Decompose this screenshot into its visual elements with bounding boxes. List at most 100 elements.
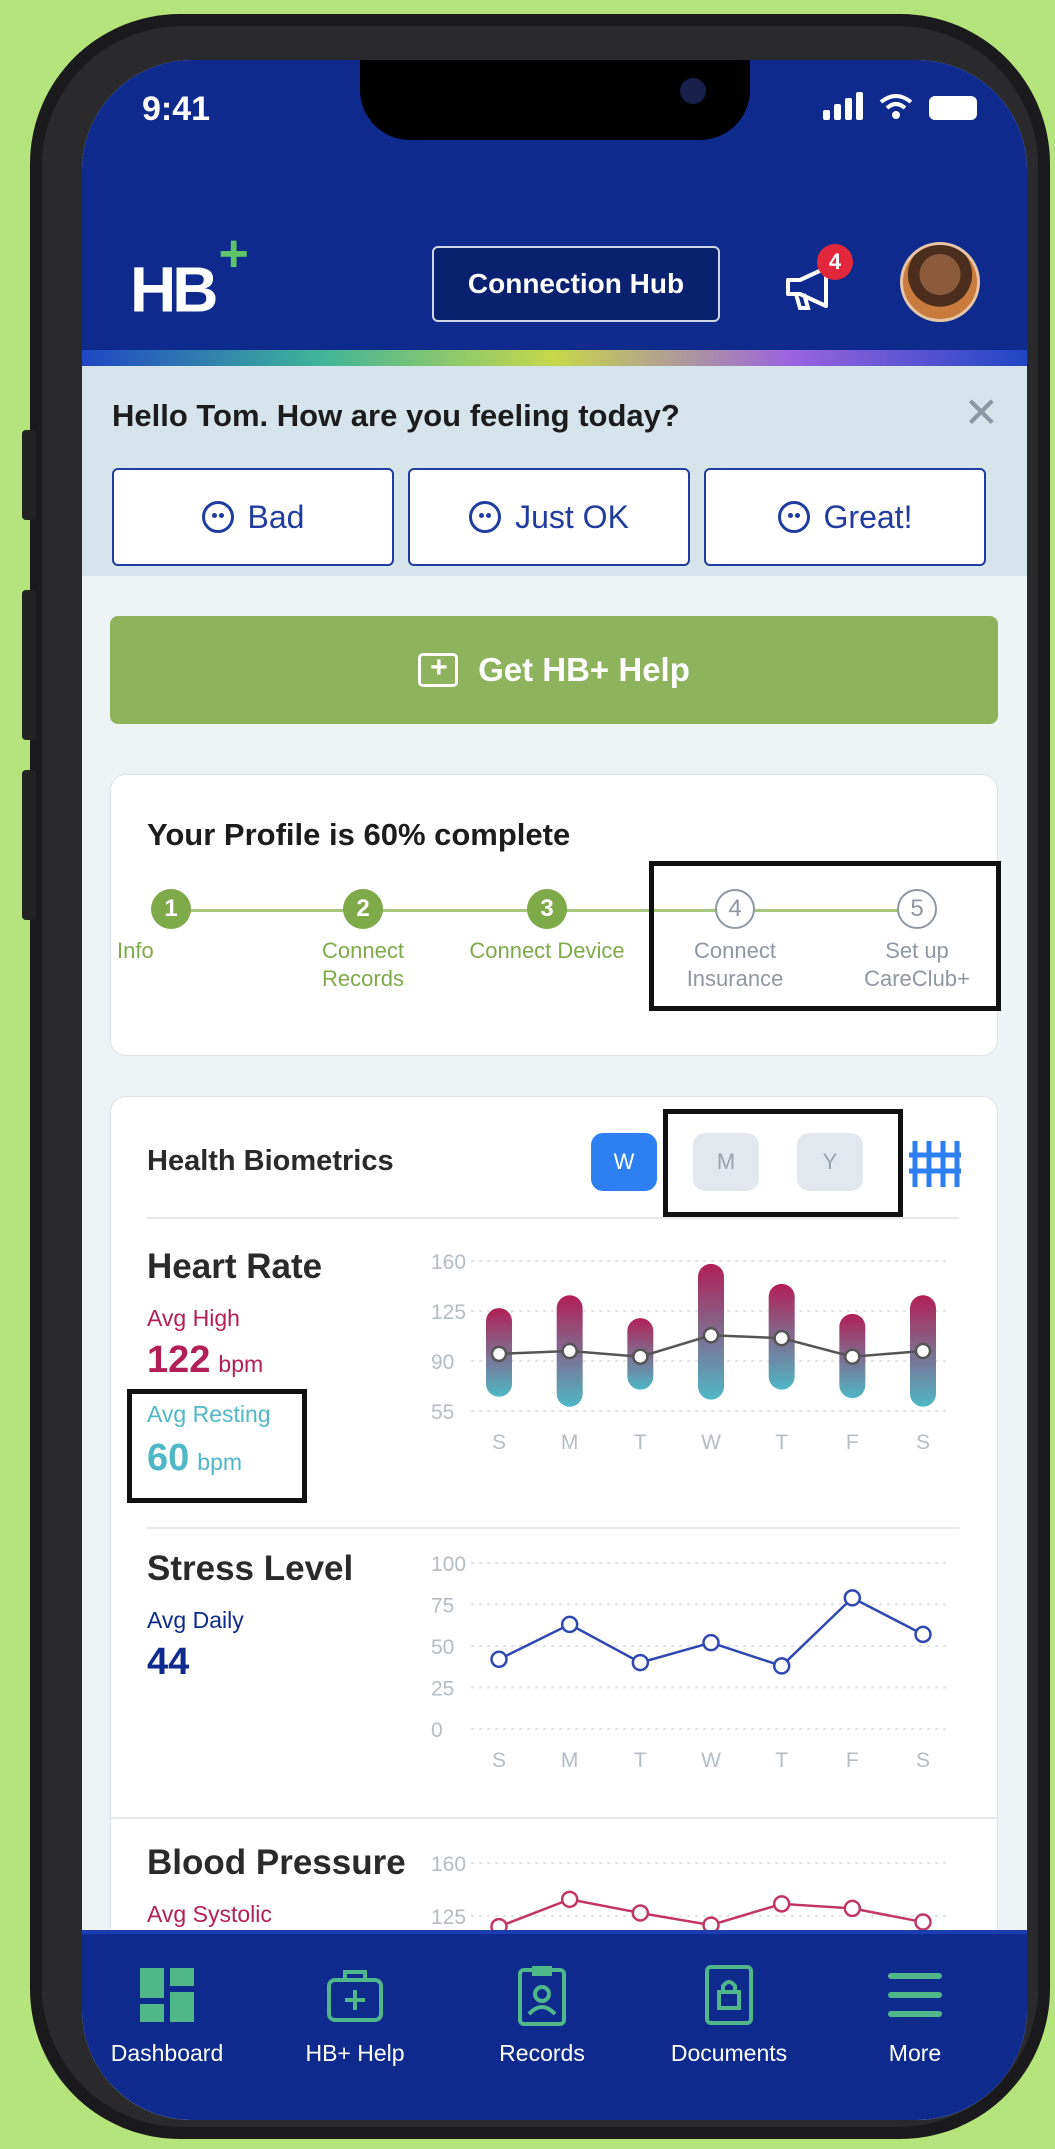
- smile-face-icon: [777, 501, 810, 533]
- mood-checkin-card: Hello Tom. How are you feeling today? ✕ …: [82, 366, 1027, 576]
- hr-avg-point: [914, 1342, 932, 1360]
- stress-avg-value: 44: [147, 1641, 190, 1683]
- greeting-text: Hello Tom. How are you feeling today?: [112, 398, 680, 433]
- camera: [680, 78, 706, 104]
- notification-badge: 4: [817, 244, 853, 280]
- tab-dashboard[interactable]: Dashboard: [82, 1964, 252, 2067]
- period-week-button[interactable]: W: [591, 1133, 657, 1191]
- stress-xtick-label: S: [916, 1749, 930, 1772]
- clipboard-icon: [518, 1966, 566, 2026]
- divider: [147, 1217, 959, 1219]
- stress-ytick-label: 75: [431, 1595, 454, 1618]
- bp-point: [560, 1890, 579, 1909]
- bp-point: [914, 1913, 932, 1931]
- hr-avg-point: [632, 1348, 649, 1365]
- step-connect-records[interactable]: 2 Connect Records: [283, 889, 443, 993]
- avg-high-label: Avg High: [147, 1305, 240, 1331]
- stress-ytick-label: 50: [431, 1636, 454, 1659]
- blood-pressure-title: Blood Pressure: [147, 1843, 406, 1882]
- stress-point: [843, 1589, 862, 1607]
- stress-level-chart: 100 75 50 25 0 S M T W T F S: [431, 1553, 951, 1772]
- stress-xtick-label: T: [634, 1749, 647, 1772]
- hr-avg-point: [561, 1342, 578, 1360]
- medical-kit-icon: [327, 1970, 383, 2022]
- stress-xtick-label: F: [846, 1749, 859, 1772]
- hr-ytick-label: 55: [431, 1401, 454, 1424]
- header-decorative-stripe: [82, 350, 1027, 366]
- bp-avg-label: Avg Systolic: [147, 1901, 272, 1927]
- signal-icon: [823, 92, 863, 120]
- filter-sliders-icon[interactable]: [907, 1137, 963, 1191]
- tab-documents[interactable]: Documents: [644, 1964, 814, 2067]
- hr-avg-point: [844, 1348, 861, 1365]
- heart-rate-title: Heart Rate: [147, 1247, 323, 1286]
- profile-progress-card: Your Profile is 60% complete 1 Info 2 Co…: [110, 774, 1001, 1056]
- mood-great-button[interactable]: Great!: [704, 468, 986, 566]
- stress-ytick-label: 25: [431, 1678, 454, 1701]
- hr-avg-point: [773, 1329, 790, 1347]
- tab-more[interactable]: More: [830, 1964, 1000, 2067]
- sad-face-icon: [201, 501, 234, 533]
- profile-progress-title: Your Profile is 60% complete: [147, 817, 571, 852]
- get-help-button[interactable]: Get HB+ Help: [110, 616, 998, 724]
- stress-point: [631, 1653, 650, 1672]
- hr-ytick-label: 125: [431, 1301, 466, 1324]
- hr-xtick-label: T: [775, 1431, 788, 1454]
- bottom-tab-bar: Dashboard HB+ Help Records Documents Mor…: [82, 1930, 1027, 2120]
- neutral-face-icon: [469, 501, 502, 533]
- stress-point: [914, 1625, 932, 1644]
- stress-ytick-label: 0: [431, 1719, 443, 1742]
- app-screen: 9:41 HB+ Connection Hub 4 Hello Tom. How…: [82, 60, 1027, 2120]
- side-button-mute: [22, 430, 36, 520]
- mood-ok-button[interactable]: Just OK: [408, 468, 690, 566]
- avatar[interactable]: [900, 242, 980, 322]
- hr-xtick-label: T: [634, 1431, 647, 1454]
- biometrics-title: Health Biometrics: [147, 1145, 394, 1177]
- stress-xtick-label: M: [561, 1749, 579, 1772]
- stress-avg-label: Avg Daily: [147, 1607, 244, 1633]
- bp-point: [843, 1899, 862, 1918]
- stress-xtick-label: S: [492, 1749, 506, 1772]
- stress-point: [490, 1650, 508, 1669]
- hr-xtick-label: M: [561, 1431, 579, 1454]
- stress-ytick-label: 100: [431, 1553, 466, 1576]
- divider: [147, 1527, 959, 1529]
- avg-high-value: 122 bpm: [147, 1339, 264, 1381]
- mood-bad-button[interactable]: Bad: [112, 468, 394, 566]
- bp-point: [631, 1904, 650, 1922]
- connection-hub-button[interactable]: Connection Hub: [432, 246, 720, 322]
- tab-records[interactable]: Records: [457, 1964, 627, 2067]
- battery-icon: [929, 96, 977, 120]
- heart-rate-chart: 160 125 90 55 S M T W T F S: [431, 1251, 951, 1454]
- stress-line: [498, 1596, 924, 1668]
- menu-icon: [888, 1973, 942, 2017]
- annotation-box-periods: [663, 1109, 903, 1217]
- side-button-volume-up: [22, 590, 36, 740]
- bp-ytick-label: 160: [431, 1853, 466, 1876]
- hr-xtick-label: F: [846, 1431, 859, 1454]
- status-time: 9:41: [142, 90, 211, 128]
- stress-point: [560, 1615, 579, 1634]
- notch: [360, 60, 750, 140]
- stress-xtick-label: T: [775, 1749, 788, 1772]
- side-button-volume-down: [22, 770, 36, 920]
- medical-kit-icon: [418, 651, 459, 687]
- app-header: HB+ Connection Hub 4: [82, 160, 1027, 350]
- hr-xtick-label: S: [492, 1431, 506, 1454]
- annotation-box-incomplete-steps: [649, 861, 1001, 1011]
- stress-point: [772, 1657, 791, 1675]
- bp-point: [772, 1895, 791, 1913]
- step-connect-device[interactable]: 3 Connect Device: [467, 889, 627, 965]
- hr-xtick-label: W: [701, 1431, 721, 1454]
- dashboard-icon: [140, 1968, 194, 2022]
- status-bar: 9:41: [82, 60, 1027, 160]
- stress-point: [702, 1633, 720, 1652]
- wifi-icon: [879, 94, 913, 119]
- tab-help[interactable]: HB+ Help: [270, 1964, 440, 2067]
- step-info[interactable]: 1 Info: [91, 889, 251, 965]
- hr-ytick-label: 160: [431, 1251, 466, 1274]
- bp-ytick-label: 125: [431, 1906, 466, 1929]
- app-logo[interactable]: HB+: [130, 225, 249, 326]
- close-icon[interactable]: ✕: [964, 388, 999, 437]
- hr-xtick-label: S: [916, 1431, 930, 1454]
